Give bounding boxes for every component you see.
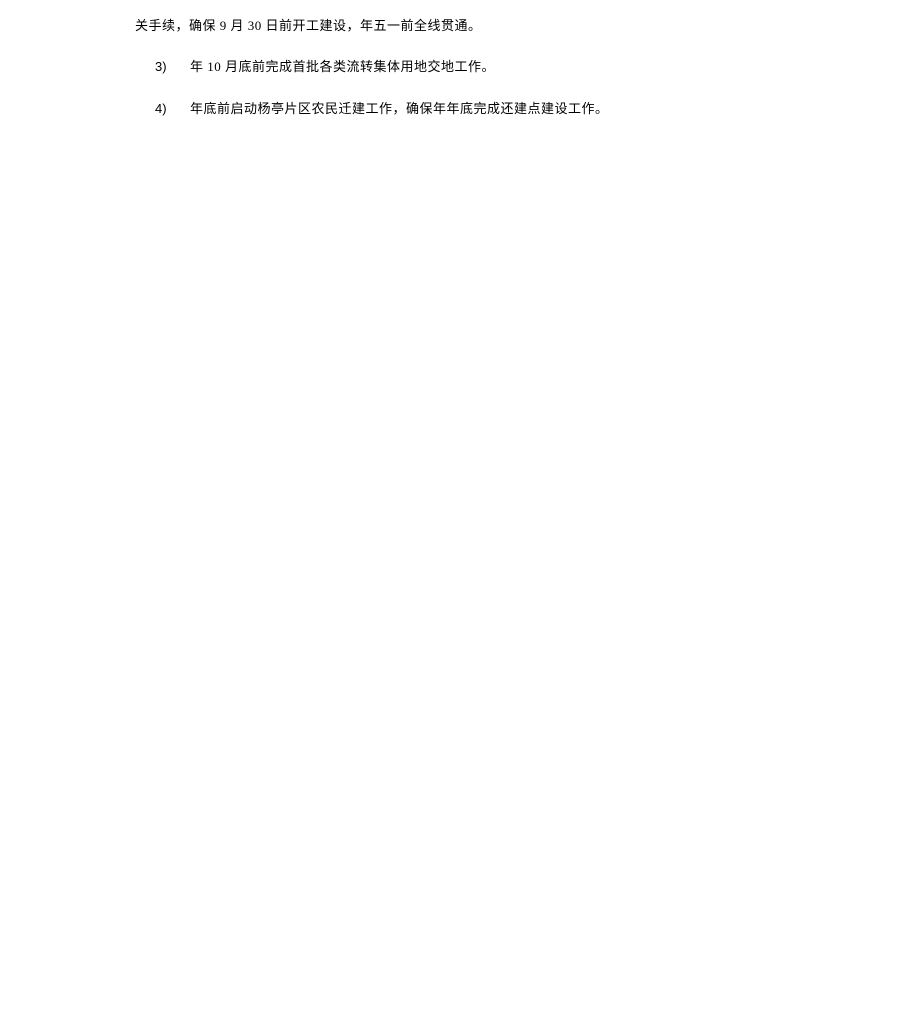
- document-page: 关手续，确保 9 月 30 日前开工建设，年五一前全线贯通。 3) 年 10 月…: [0, 0, 920, 120]
- continuation-paragraph: 关手续，确保 9 月 30 日前开工建设，年五一前全线贯通。: [135, 14, 785, 37]
- list-item-text: 年 10 月底前完成首批各类流转集体用地交地工作。: [185, 55, 785, 78]
- list-item: 4) 年底前启动杨亭片区农民迁建工作，确保年年底完成还建点建设工作。: [135, 97, 785, 120]
- list-marker: 4): [155, 97, 185, 120]
- continuation-text: 关手续，确保 9 月 30 日前开工建设，年五一前全线贯通。: [135, 18, 482, 33]
- list-item: 3) 年 10 月底前完成首批各类流转集体用地交地工作。: [135, 55, 785, 78]
- list-item-text: 年底前启动杨亭片区农民迁建工作，确保年年底完成还建点建设工作。: [185, 97, 785, 120]
- list-marker: 3): [155, 55, 185, 78]
